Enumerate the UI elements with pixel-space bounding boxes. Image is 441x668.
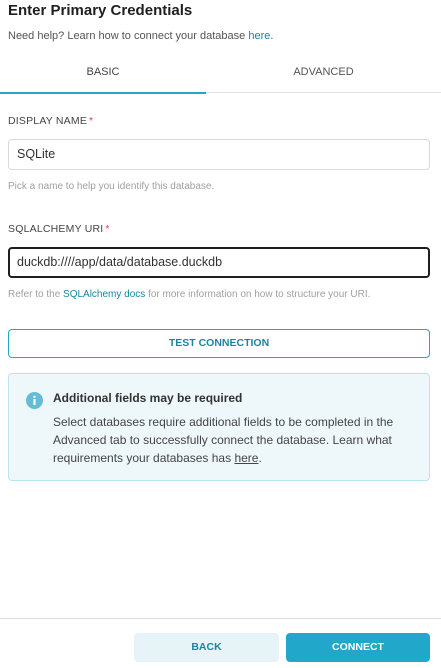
tab-advanced[interactable]: ADVANCED <box>206 55 441 93</box>
display-name-label: DISPLAY NAME * <box>8 115 93 127</box>
info-icon <box>26 392 43 409</box>
alert-body-text: Select databases require additional fiel… <box>53 415 394 465</box>
sqlalchemy-docs-link[interactable]: SQLAlchemy docs <box>63 289 145 300</box>
modal-footer: BACK CONNECT <box>0 618 441 668</box>
back-button[interactable]: BACK <box>134 633 279 662</box>
help-prefix: Need help? Learn how to connect your dat… <box>8 30 249 42</box>
modal-title: Enter Primary Credentials <box>8 2 193 19</box>
sqlalchemy-uri-label: SQLALCHEMY URI * <box>8 223 110 235</box>
help-link[interactable]: here <box>248 30 270 42</box>
sqlalchemy-uri-input[interactable]: duckdb:////app/data/database.duckdb <box>8 247 430 278</box>
required-mark: * <box>89 115 94 127</box>
tab-basic[interactable]: BASIC <box>0 55 206 94</box>
alert-body: Select databases require additional fiel… <box>53 413 423 467</box>
uri-hint-prefix: Refer to the <box>8 289 64 300</box>
info-alert: Additional fields may be required Select… <box>8 373 430 481</box>
help-suffix: . <box>270 30 274 42</box>
uri-hint-suffix: for more information on how to structure… <box>145 289 371 300</box>
tab-bar: BASIC ADVANCED <box>0 55 441 94</box>
display-name-input[interactable]: SQLite <box>8 139 430 170</box>
display-name-hint: Pick a name to help you identify this da… <box>8 181 215 192</box>
required-mark: * <box>105 223 110 235</box>
alert-title: Additional fields may be required <box>53 391 243 405</box>
connect-button[interactable]: CONNECT <box>286 633 430 662</box>
sqlalchemy-uri-hint: Refer to the SQLAlchemy docs for more in… <box>8 289 370 300</box>
test-connection-button[interactable]: TEST CONNECTION <box>8 329 430 358</box>
display-name-label-text: DISPLAY NAME <box>8 115 88 127</box>
alert-body-suffix: . <box>258 451 262 465</box>
sqlalchemy-uri-label-text: SQLALCHEMY URI <box>8 223 104 235</box>
help-text: Need help? Learn how to connect your dat… <box>8 30 273 42</box>
requirements-link[interactable]: here <box>234 451 258 465</box>
